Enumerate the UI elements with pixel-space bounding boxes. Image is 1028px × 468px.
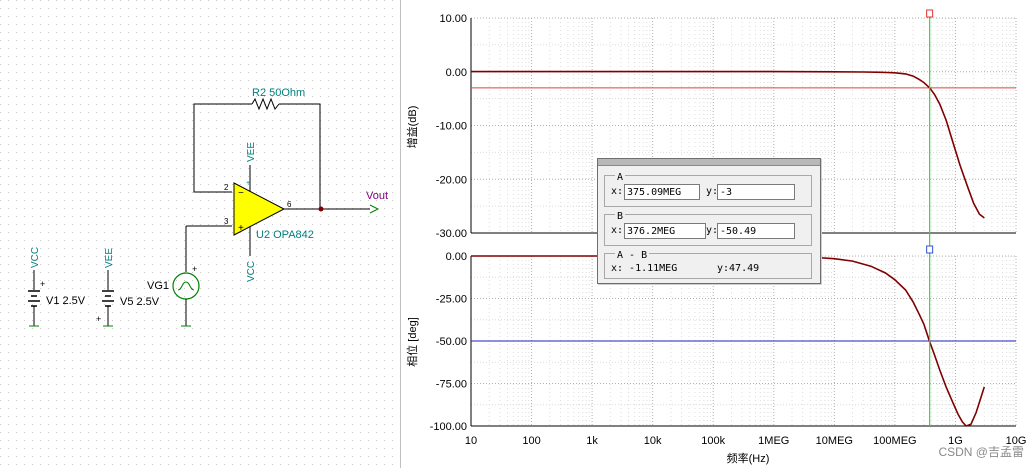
pin3-label: 3 (224, 217, 229, 226)
inverting-sign: − (238, 188, 244, 199)
r2-label: R2 50Ohm (252, 87, 305, 99)
pin2-label: 2 (224, 183, 229, 192)
cursor-a-group: A x: 375.09MEG y: -3 (604, 172, 812, 207)
v5-vee-label: VEE (104, 248, 115, 268)
y-tick-label: 0.00 (446, 67, 467, 79)
x-tick-label: 100 (522, 435, 540, 447)
vout-label: Vout (366, 190, 388, 202)
gain-ylabel: 增益(dB) (405, 106, 419, 149)
x-tick-label: 100MEG (873, 435, 916, 447)
cursor-diff-label: A - B (615, 250, 650, 261)
x-tick-label: 1k (586, 435, 598, 447)
noninverting-sign: + (238, 223, 244, 234)
y-tick-label: -75.00 (436, 379, 467, 391)
y-tick-label: -25.00 (436, 294, 467, 306)
y-tick-label: 10.00 (439, 13, 467, 25)
vcc-bottom-label: VCC (246, 261, 257, 282)
vee-top-label: VEE (246, 142, 257, 162)
v1-plus: + (40, 279, 45, 289)
y-tick-label: -50.00 (436, 336, 467, 348)
cursor-a-x-key: x: (611, 186, 624, 197)
cursor-a-label: A (615, 172, 626, 183)
cursor-b-y-field[interactable]: -50.49 (717, 223, 795, 239)
cursor-a-x-field[interactable]: 375.09MEG (624, 184, 700, 200)
x-tick-label: 10k (644, 435, 662, 447)
x-tick-label: 100k (701, 435, 725, 447)
v5-plus: + (96, 314, 101, 324)
cursor-b-x-field[interactable]: 376.2MEG (624, 223, 706, 239)
y-tick-label: -20.00 (436, 174, 467, 186)
output-node (318, 206, 324, 212)
v1-vcc-label: VCC (30, 247, 41, 268)
v1-label: V1 2.5V (46, 295, 86, 307)
cursor-diff-group: A - B x: -1.11MEG y:47.49 (604, 250, 812, 279)
cursor-a-handle-icon (926, 9, 934, 18)
cursor-b-group: B x: 376.2MEG y: -50.49 (604, 211, 812, 246)
cursor-diff-y: y:47.49 (717, 263, 760, 274)
x-tick-label: 10MEG (816, 435, 853, 447)
phase-ylabel: 相位 [deg] (405, 317, 419, 367)
pin6-label: 6 (287, 200, 292, 209)
y-tick-label: -30.00 (436, 228, 467, 240)
cursor-a-y-field[interactable]: -3 (717, 184, 795, 200)
y-tick-label: -100.00 (430, 421, 467, 433)
vplus-pin-sign: + (246, 180, 250, 187)
x-axis-label: 频率(Hz) (727, 451, 770, 465)
cursor-b-x-key: x: (611, 225, 624, 236)
cursor-b-label: B (615, 211, 626, 222)
watermark: CSDN @吉孟雷 (938, 445, 1024, 459)
cursor-b-handle-icon (926, 245, 934, 254)
y-tick-label: 0.00 (446, 251, 467, 263)
v5-label: V5 2.5V (120, 296, 160, 308)
cursor-readout-panel[interactable]: A x: 375.09MEG y: -3 B x: 376.2MEG y: -5… (597, 158, 821, 284)
u2-label: U2 OPA842 (256, 229, 314, 241)
vg1-label: VG1 (147, 280, 169, 292)
x-tick-label: 1MEG (758, 435, 789, 447)
y-tick-label: -10.00 (436, 121, 467, 133)
x-tick-label: 10 (465, 435, 477, 447)
schematic-canvas[interactable]: R2 50Ohm − + + 2 3 6 U2 OPA842 VEE VCC V… (0, 0, 400, 468)
vg1-plus: + (192, 264, 197, 274)
panel-titlebar[interactable] (598, 159, 820, 166)
cursor-diff-x: x: -1.11MEG (611, 263, 678, 274)
grid-background (0, 0, 400, 468)
